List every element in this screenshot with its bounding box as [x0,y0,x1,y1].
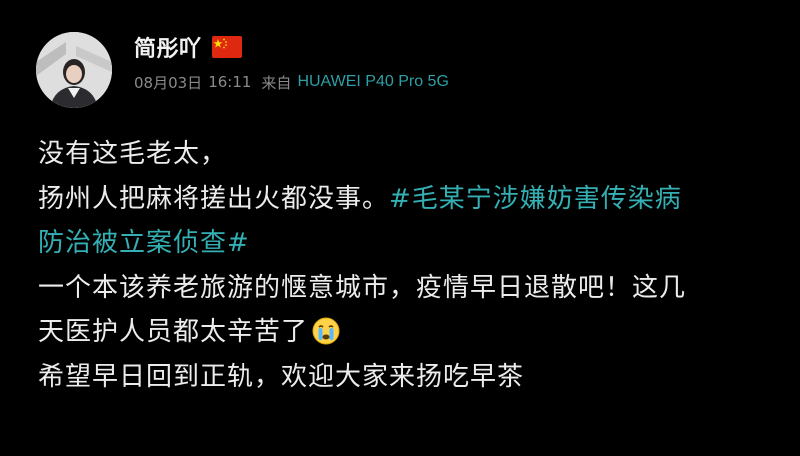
content-line: 一个本该养老旅游的惬意城市，疫情早日退散吧！这几 [38,266,768,311]
username[interactable]: 简彤吖 [134,31,202,63]
post-date: 08月03日 [134,73,203,92]
content-text: 希望早日回到正轨，欢迎大家来扬吃早茶 [38,361,525,392]
crying-face-icon [310,314,342,346]
hashtag-link[interactable]: 防治被立案侦查# [38,228,250,258]
hashtag-link[interactable]: #毛某宁涉嫌妨害传染病 [389,184,682,214]
content-line: 天医护人员都太辛苦了 [38,310,768,355]
source-device[interactable]: HUAWEI P40 Pro 5G [297,73,448,91]
content-text: 扬州人把麻将搓出火都没事。 [38,183,390,214]
china-flag-icon [211,36,242,58]
weibo-post: 简彤吖 08月03日 16:11 来自 HUAWEI P40 Pro 5G 没有… [0,0,800,456]
source-label: 来自 [261,73,292,92]
content-line: 希望早日回到正轨，欢迎大家来扬吃早茶 [38,355,768,400]
post-header: 简彤吖 08月03日 16:11 来自 HUAWEI P40 Pro 5G [134,30,734,94]
content-text: 一个本该养老旅游的惬意城市，疫情早日退散吧！这几 [38,272,687,303]
post-content: 没有这毛老太， 扬州人把麻将搓出火都没事。#毛某宁涉嫌妨害传染病 防治被立案侦查… [38,132,768,399]
content-text: 天医护人员都太辛苦了 [38,317,309,347]
content-line: 没有这毛老太， [38,132,768,177]
content-line: 防治被立案侦查# [38,221,768,266]
avatar[interactable] [36,32,112,108]
post-meta: 08月03日 16:11 来自 HUAWEI P40 Pro 5G [134,70,734,94]
content-line: 扬州人把麻将搓出火都没事。#毛某宁涉嫌妨害传染病 [38,177,768,222]
content-text: 没有这毛老太， [38,139,228,169]
post-time: 16:11 [208,73,252,91]
